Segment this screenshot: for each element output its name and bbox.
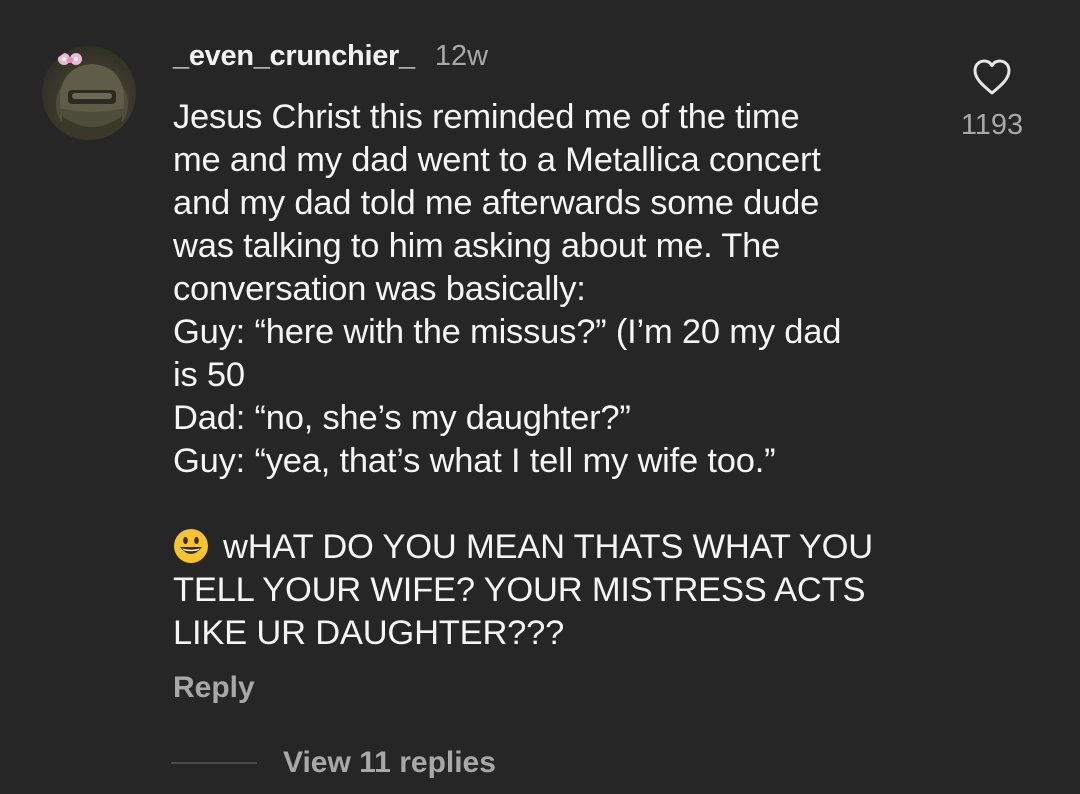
comment-header: _even_crunchier_ 12w xyxy=(173,40,488,80)
reply-button[interactable]: Reply xyxy=(173,671,255,705)
comment-line: was talking to him asking about me. The xyxy=(173,227,781,265)
comment-item: _even_crunchier_ 12w Jesus Christ this r… xyxy=(0,0,1080,794)
view-replies-button[interactable]: View 11 replies xyxy=(171,746,496,780)
comment-line-with-emoji: wHAT DO YOU MEAN THATS WHAT YOU xyxy=(173,526,913,569)
comment-line: and my dad told me afterwards some dude xyxy=(173,184,820,222)
like-count: 1193 xyxy=(960,109,1024,141)
username[interactable]: _even_crunchier_ xyxy=(173,40,415,73)
comment-line: Jesus Christ this reminded me of the tim… xyxy=(173,98,800,136)
comment-line: Guy: “yea, that’s what I tell my wife to… xyxy=(173,442,776,480)
comment-shout-line: wHAT DO YOU MEAN THATS WHAT YOU xyxy=(223,528,874,566)
comment-shout-line: LIKE UR DAUGHTER??? xyxy=(173,614,565,652)
heart-outline-icon[interactable] xyxy=(972,58,1012,96)
comment-line: Dad: “no, she’s my daughter?” xyxy=(173,399,631,437)
view-replies-label: View 11 replies xyxy=(283,746,496,779)
avatar-image xyxy=(56,53,128,140)
comment-shout-line: TELL YOUR WIFE? YOUR MISTRESS ACTS xyxy=(173,571,866,609)
comment-line: is 50 xyxy=(173,356,245,394)
grinning-face-emoji-icon xyxy=(173,528,209,564)
avatar[interactable] xyxy=(42,46,136,140)
like-control: 1193 xyxy=(956,58,1028,142)
comment-line: conversation was basically: xyxy=(173,270,586,308)
timestamp: 12w xyxy=(434,40,489,72)
comment-text: Jesus Christ this reminded me of the tim… xyxy=(173,96,913,655)
comment-line: me and my dad went to a Metallica concer… xyxy=(173,141,821,179)
replies-divider xyxy=(171,762,257,764)
comment-line: Guy: “here with the missus?” (I’m 20 my … xyxy=(173,313,842,351)
